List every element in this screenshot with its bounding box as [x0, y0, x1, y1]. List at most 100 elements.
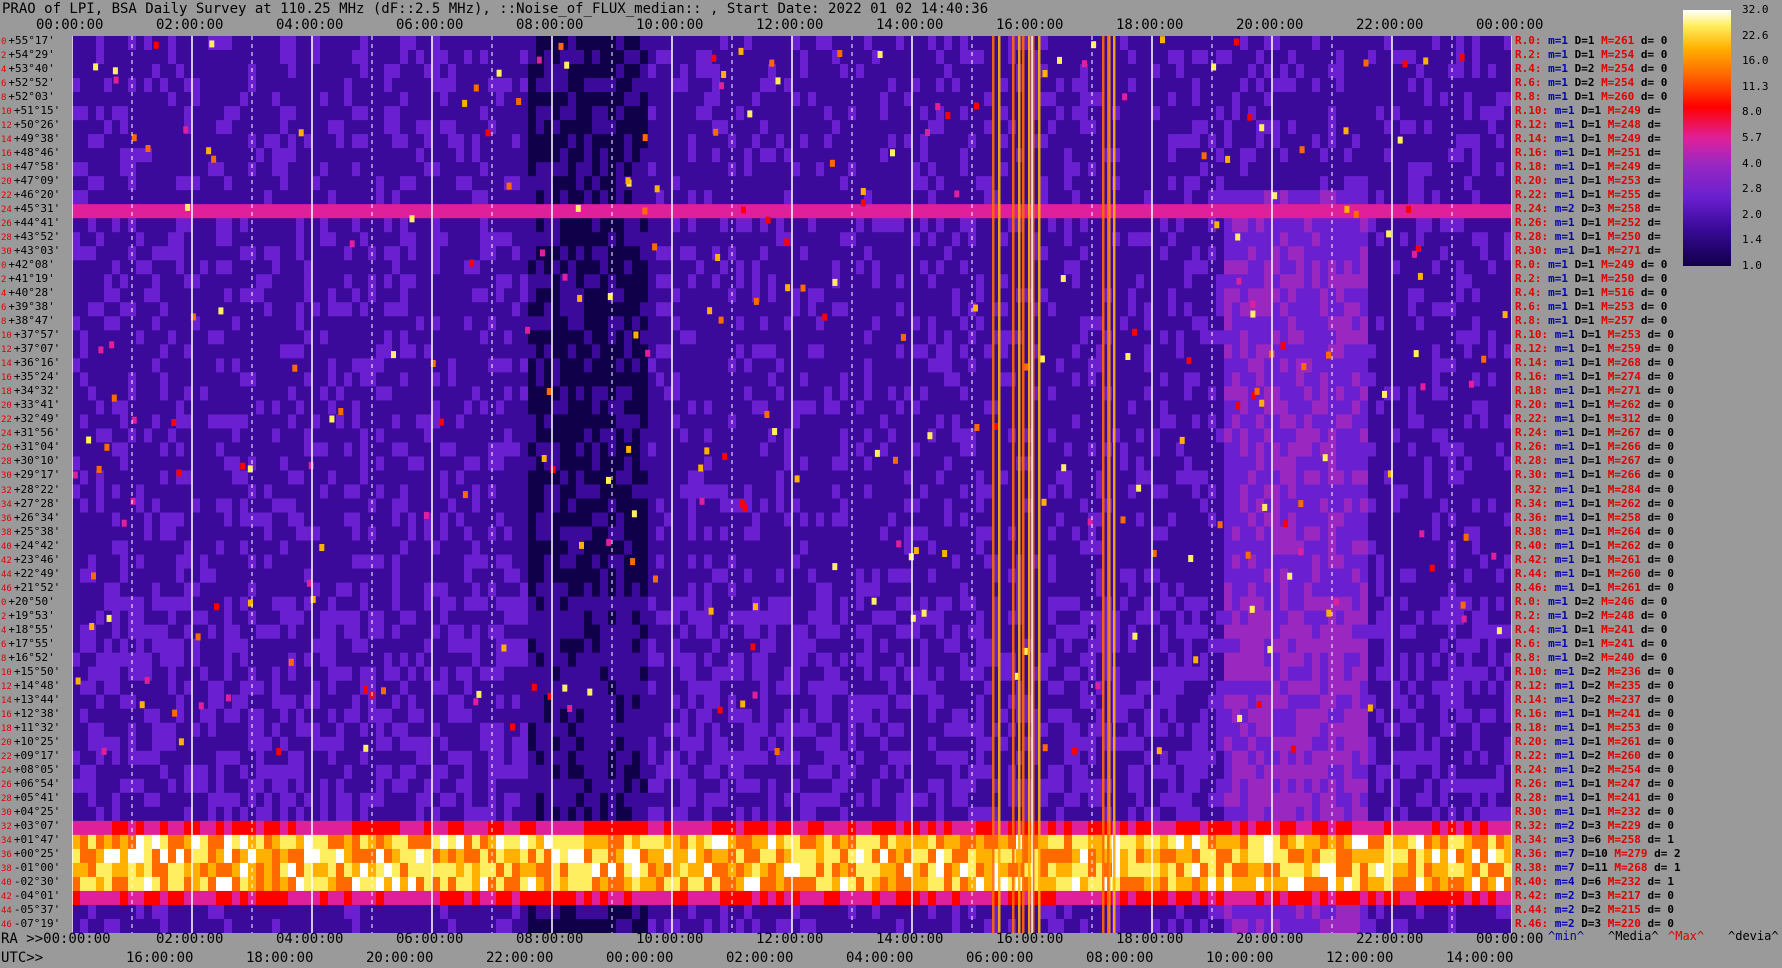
heat-cell — [448, 246, 457, 261]
heat-cell — [1048, 162, 1057, 177]
heat-cell — [240, 176, 249, 191]
heat-cell — [1400, 330, 1409, 345]
heat-cell — [592, 288, 601, 303]
heat-cell — [160, 36, 169, 51]
heat-cell — [768, 232, 777, 247]
heat-cell — [1248, 176, 1257, 191]
heat-cell — [472, 176, 481, 191]
heat-cell — [480, 274, 489, 289]
heat-cell — [1248, 92, 1257, 107]
heat-cell — [1408, 218, 1417, 233]
heat-cell — [1152, 414, 1161, 430]
heat-cell — [1080, 78, 1089, 93]
heat-cell — [720, 148, 729, 163]
heat-cell — [856, 358, 865, 373]
heat-cell — [568, 288, 577, 303]
heat-cell — [1360, 260, 1369, 275]
heat-cell — [816, 330, 825, 345]
heat-cell — [512, 260, 521, 275]
heat-cell — [392, 134, 401, 149]
heat-cell — [1216, 330, 1225, 345]
heat-cell — [208, 316, 217, 331]
heat-cell — [536, 134, 545, 149]
heat-cell — [960, 134, 969, 149]
heat-cell — [1160, 218, 1169, 233]
heat-cell — [192, 64, 201, 79]
heat-cell — [448, 260, 457, 275]
heat-cell — [1456, 92, 1465, 107]
heat-cell — [1416, 78, 1425, 93]
heat-cell — [464, 64, 473, 79]
heat-cell — [320, 316, 329, 331]
heat-cell — [224, 36, 233, 51]
heat-cell — [1296, 330, 1305, 345]
heat-cell — [160, 92, 169, 107]
heat-cell — [120, 414, 129, 430]
heat-cell — [952, 330, 961, 345]
heat-cell — [1432, 344, 1441, 359]
heat-cell — [408, 246, 417, 261]
heat-cell — [856, 330, 865, 345]
heat-cell — [1232, 162, 1241, 177]
heat-cell — [480, 288, 489, 303]
heat-cell — [376, 246, 385, 261]
heat-cell — [160, 358, 169, 373]
heat-cell — [688, 36, 697, 51]
heat-cell — [1224, 302, 1233, 317]
heat-cell — [736, 92, 745, 107]
heat-cell — [1304, 218, 1313, 233]
heat-cell — [280, 92, 289, 107]
heat-cell — [296, 50, 305, 65]
heat-cell — [512, 190, 521, 205]
heat-cell — [232, 246, 241, 261]
heat-cell — [984, 64, 993, 79]
heat-cell — [536, 120, 545, 135]
heat-cell — [136, 148, 145, 163]
heat-cell — [456, 246, 465, 261]
heat-cell — [392, 260, 401, 275]
heat-cell — [344, 302, 353, 317]
heat-cell — [520, 288, 529, 303]
heat-cell — [752, 358, 761, 373]
heat-cell — [976, 246, 985, 261]
heat-cell — [936, 78, 945, 93]
heat-cell — [136, 400, 145, 416]
heat-cell — [72, 78, 81, 93]
heat-cell — [840, 344, 849, 359]
heat-cell — [1240, 344, 1249, 359]
heat-cell — [552, 148, 561, 163]
heat-cell — [1496, 176, 1505, 191]
heat-cell — [464, 302, 473, 317]
heat-cell — [1408, 358, 1417, 373]
heat-cell — [552, 260, 561, 275]
heat-cell — [232, 386, 241, 402]
heat-cell — [656, 134, 665, 149]
heat-cell — [496, 36, 505, 51]
heat-cell — [120, 50, 129, 65]
heat-cell — [832, 232, 841, 247]
heat-cell — [1360, 134, 1369, 149]
heat-cell — [1184, 260, 1193, 275]
heat-cell — [1336, 246, 1345, 261]
heat-cell — [1496, 78, 1505, 93]
heat-cell — [192, 232, 201, 247]
heat-cell — [1376, 162, 1385, 177]
heat-cell — [1072, 274, 1081, 289]
heat-cell — [1320, 232, 1329, 247]
heat-cell — [344, 176, 353, 191]
heat-cell — [976, 344, 985, 359]
heat-cell — [1408, 78, 1417, 93]
heat-cell — [1472, 190, 1481, 205]
heat-cell — [1496, 232, 1505, 247]
heat-cell — [480, 302, 489, 317]
heat-cell — [1192, 162, 1201, 177]
heat-cell — [392, 274, 401, 289]
heat-cell — [536, 358, 545, 373]
heat-cell — [416, 148, 425, 163]
heat-cell — [1216, 36, 1225, 51]
heat-cell — [320, 260, 329, 275]
heat-cell — [288, 414, 297, 430]
heat-cell — [720, 218, 729, 233]
heat-cell — [872, 204, 881, 219]
heat-cell — [1488, 274, 1497, 289]
